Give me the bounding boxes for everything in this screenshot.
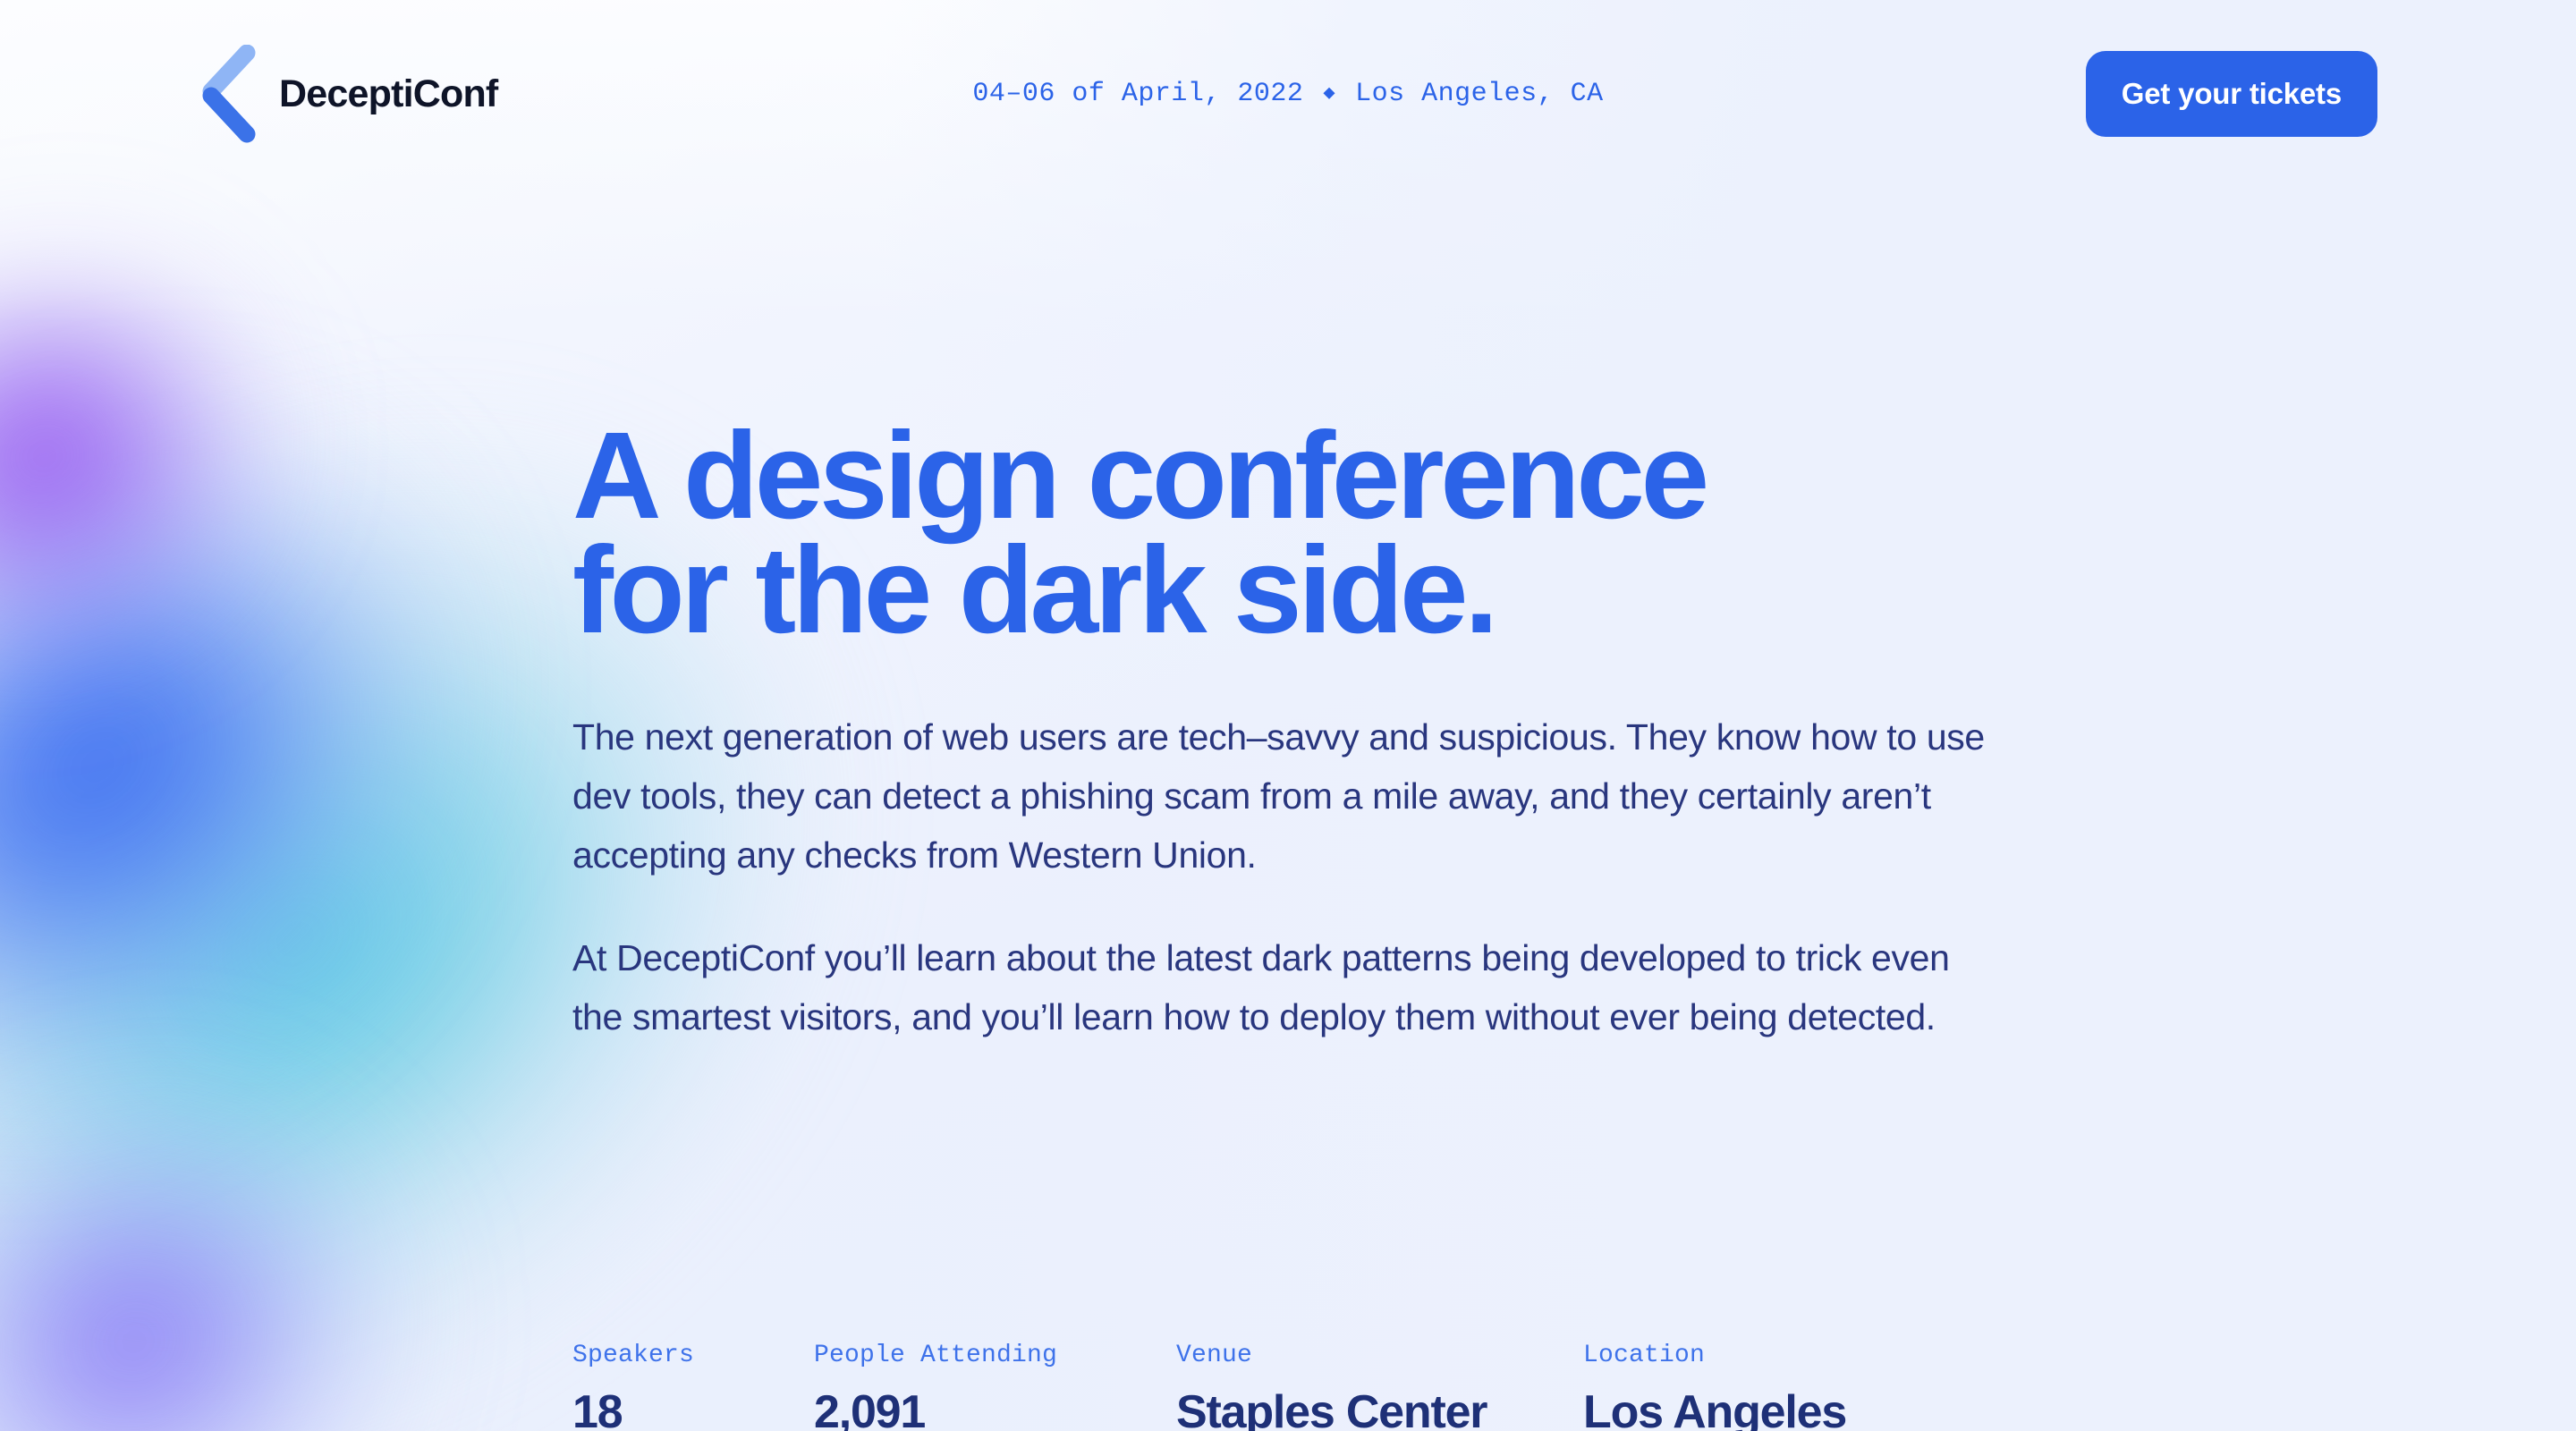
hero-description: The next generation of web users are tec… [572,707,2004,1047]
get-tickets-button[interactable]: Get your tickets [2085,51,2377,137]
hero-paragraph-1: The next generation of web users are tec… [572,716,1985,876]
event-dates: 04–06 of April, 2022 [972,79,1304,109]
event-meta: 04–06 of April, 2022 ◆ Los Angeles, CA [972,79,1603,109]
site-header: DeceptiConf 04–06 of April, 2022 ◆ Los A… [0,0,2576,188]
stat-label: People Attending [814,1342,1058,1369]
page-title: A design conference for the dark side. [572,407,1709,660]
stat-value: Los Angeles [1583,1386,1847,1431]
hero-section: A design conference for the dark side. T… [572,407,2004,1047]
landing-page: DeceptiConf 04–06 of April, 2022 ◆ Los A… [0,0,2576,1431]
hero-paragraph-2: At DeceptiConf you’ll learn about the la… [572,936,1950,1038]
stat-speakers: Speakers 18 [572,1342,814,1431]
stat-value: Staples Center [1176,1386,1488,1431]
event-stats: Speakers 18 People Attending 2,091 Venue… [572,1342,1968,1431]
stat-label: Venue [1176,1342,1253,1369]
brand-wordmark: DeceptiConf [279,72,498,115]
event-location: Los Angeles, CA [1355,79,1604,109]
stat-value: 18 [572,1386,623,1431]
stat-value: 2,091 [814,1386,926,1431]
chevron-left-logo-icon [200,44,256,143]
stat-label: Location [1583,1342,1706,1369]
diamond-separator-icon: ◆ [1323,82,1336,105]
stat-people-attending: People Attending 2,091 [814,1342,1176,1431]
brand-logo-link[interactable]: DeceptiConf [200,44,498,143]
stat-location: Location Los Angeles [1583,1342,1847,1431]
stat-label: Speakers [572,1342,695,1369]
stat-venue: Venue Staples Center [1176,1342,1583,1431]
